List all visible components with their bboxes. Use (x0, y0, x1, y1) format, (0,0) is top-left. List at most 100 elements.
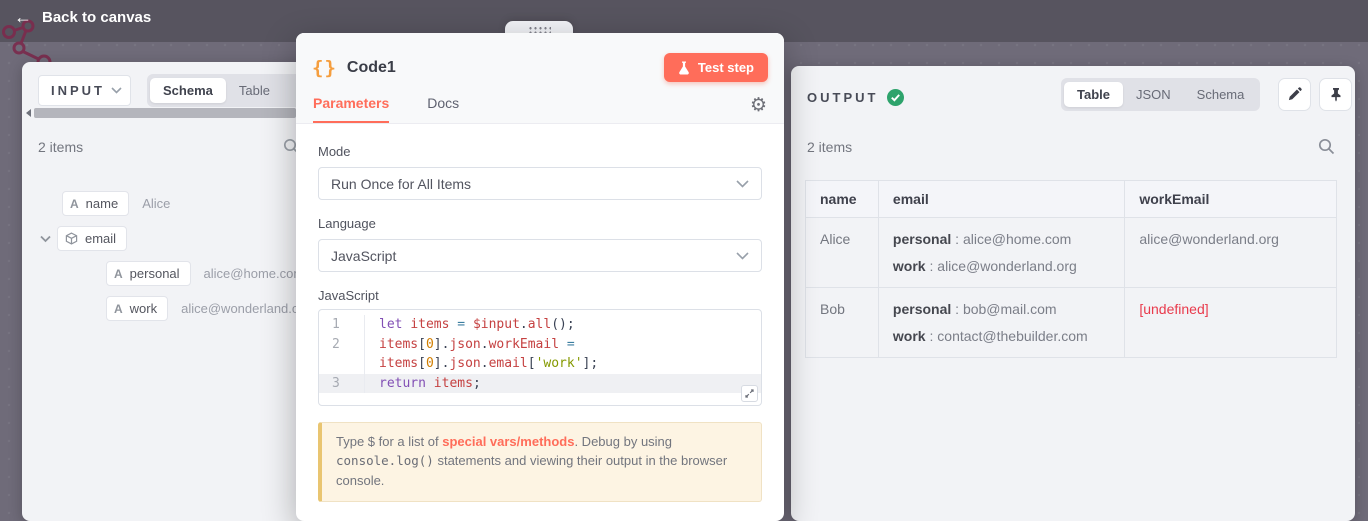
pin-icon (1329, 87, 1343, 102)
schema-key: name (86, 196, 119, 211)
schema-key-pill: A personal (106, 261, 191, 286)
expand-editor-button[interactable] (741, 385, 758, 402)
mode-value: Run Once for All Items (331, 176, 471, 192)
schema-key-pill: email (57, 226, 127, 251)
tab-docs[interactable]: Docs (427, 95, 459, 123)
language-select[interactable]: JavaScript (318, 239, 762, 272)
string-type-icon: A (70, 197, 79, 211)
language-value: JavaScript (331, 248, 396, 264)
scrollbar-thumb[interactable] (34, 108, 296, 118)
table-header-row: name email workEmail (806, 181, 1337, 218)
table-row[interactable]: Alicepersonal : alice@home.comwork : ali… (806, 218, 1337, 288)
collapse-chevron-icon[interactable] (40, 235, 51, 243)
back-to-canvas-button[interactable]: ← Back to canvas (14, 8, 151, 26)
schema-row-name[interactable]: A name Alice (22, 186, 310, 221)
schema-row-personal[interactable]: A personal alice@home.com (22, 256, 310, 291)
input-schema-tree: A name Alice email A personal alice@home… (22, 186, 310, 326)
output-tab-json[interactable]: JSON (1123, 82, 1184, 107)
output-table: name email workEmail Alicepersonal : ali… (805, 180, 1337, 358)
string-type-icon: A (114, 302, 123, 316)
line-number: 1 (319, 315, 365, 335)
code-node-icon: {} (312, 57, 337, 79)
input-items-count: 2 items (38, 139, 83, 155)
code-editor[interactable]: 1let items = $input.all();2items[0].json… (318, 309, 762, 406)
hint-code: console.log() (336, 453, 434, 468)
input-panel-header: INPUT Schema Table JSON (38, 74, 310, 107)
input-tab-table[interactable]: Table (226, 78, 283, 103)
output-tab-schema[interactable]: Schema (1184, 82, 1258, 107)
node-title[interactable]: Code1 (347, 59, 396, 77)
column-header-name: name (806, 181, 879, 218)
schema-key-pill: A work (106, 296, 168, 321)
test-step-button[interactable]: Test step (664, 53, 768, 82)
back-to-canvas-label: Back to canvas (42, 9, 151, 26)
expand-icon (744, 388, 755, 399)
input-panel: INPUT Schema Table JSON 2 items A name (22, 62, 310, 521)
edit-output-button[interactable] (1278, 78, 1311, 111)
pin-data-button[interactable] (1319, 78, 1352, 111)
output-items-count: 2 items (807, 139, 852, 155)
column-header-workEmail: workEmail (1125, 181, 1337, 218)
modal-tab-bar: Parameters Docs ⚙ (312, 95, 768, 123)
code-hint-callout: Type $ for a list of special vars/method… (318, 422, 762, 502)
schema-key: personal (130, 266, 180, 281)
tab-parameters[interactable]: Parameters (313, 95, 389, 123)
test-step-label: Test step (698, 60, 754, 75)
node-detail-view: ← Back to canvas INPUT Schema Table JSON… (0, 0, 1368, 521)
cell-workEmail: alice@wonderland.org (1125, 218, 1337, 288)
parameters-form: Mode Run Once for All Items Language Jav… (296, 124, 784, 502)
mode-label: Mode (318, 144, 762, 159)
chevron-down-icon (111, 87, 122, 94)
input-view-tabs: Schema Table JSON (147, 74, 310, 107)
modal-header: {} Code1 Test step Parameters Docs ⚙ (296, 33, 784, 124)
schema-row-email[interactable]: email (22, 221, 310, 256)
schema-value: alice@home.com (204, 266, 305, 281)
string-type-icon: A (114, 267, 123, 281)
pencil-icon (1287, 87, 1302, 102)
language-label: Language (318, 216, 762, 231)
schema-value: alice@wonderland.org (181, 301, 310, 316)
code-text: items[0].json.email['work']; (365, 354, 598, 374)
input-horizontal-scrollbar[interactable] (26, 107, 310, 119)
schema-key-pill: A name (62, 191, 129, 216)
output-panel: OUTPUT Table JSON Schema 2 items name (791, 66, 1355, 521)
table-row[interactable]: Bobpersonal : bob@mail.comwork : contact… (806, 288, 1337, 358)
output-search-icon[interactable] (1318, 138, 1335, 155)
back-arrow-icon: ← (14, 8, 32, 26)
object-type-icon (65, 232, 78, 245)
schema-value: Alice (142, 196, 170, 211)
cell-name: Alice (806, 218, 879, 288)
line-number: 3 (319, 374, 365, 394)
code-line[interactable]: 1let items = $input.all(); (319, 315, 761, 335)
cell-email: personal : alice@home.comwork : alice@wo… (878, 218, 1124, 288)
output-title: OUTPUT (807, 90, 878, 105)
schema-key: work (130, 301, 157, 316)
code-line[interactable]: 2items[0].json.workEmail = (319, 335, 761, 355)
schema-row-work[interactable]: A work alice@wonderland.org (22, 291, 310, 326)
cell-name: Bob (806, 288, 879, 358)
code-line[interactable]: items[0].json.email['work']; (319, 354, 761, 374)
code-line[interactable]: 3return items; (319, 374, 761, 394)
chevron-down-icon (736, 180, 749, 188)
flask-icon (678, 61, 690, 75)
code-text: return items; (365, 374, 481, 394)
output-tab-table[interactable]: Table (1064, 82, 1123, 107)
hint-text: Type $ for a list of (336, 434, 442, 449)
settings-gear-icon[interactable]: ⚙ (750, 96, 767, 123)
input-tab-schema[interactable]: Schema (150, 78, 226, 103)
mode-select[interactable]: Run Once for All Items (318, 167, 762, 200)
line-number (319, 354, 365, 374)
line-number: 2 (319, 335, 365, 355)
code-node-modal: {} Code1 Test step Parameters Docs ⚙ Mod… (296, 33, 784, 521)
hint-text: . Debug by using (574, 434, 672, 449)
scroll-left-arrow-icon[interactable] (26, 109, 31, 117)
cell-email: personal : bob@mail.comwork : contact@th… (878, 288, 1124, 358)
special-vars-link[interactable]: special vars/methods (442, 434, 574, 449)
code-text: let items = $input.all(); (365, 315, 575, 335)
input-title: INPUT (51, 83, 105, 98)
input-selector-dropdown[interactable]: INPUT (38, 75, 131, 106)
output-view-tabs: Table JSON Schema (1061, 78, 1260, 111)
cell-workEmail: [undefined] (1125, 288, 1337, 358)
column-header-email: email (878, 181, 1124, 218)
success-check-icon (887, 89, 904, 106)
